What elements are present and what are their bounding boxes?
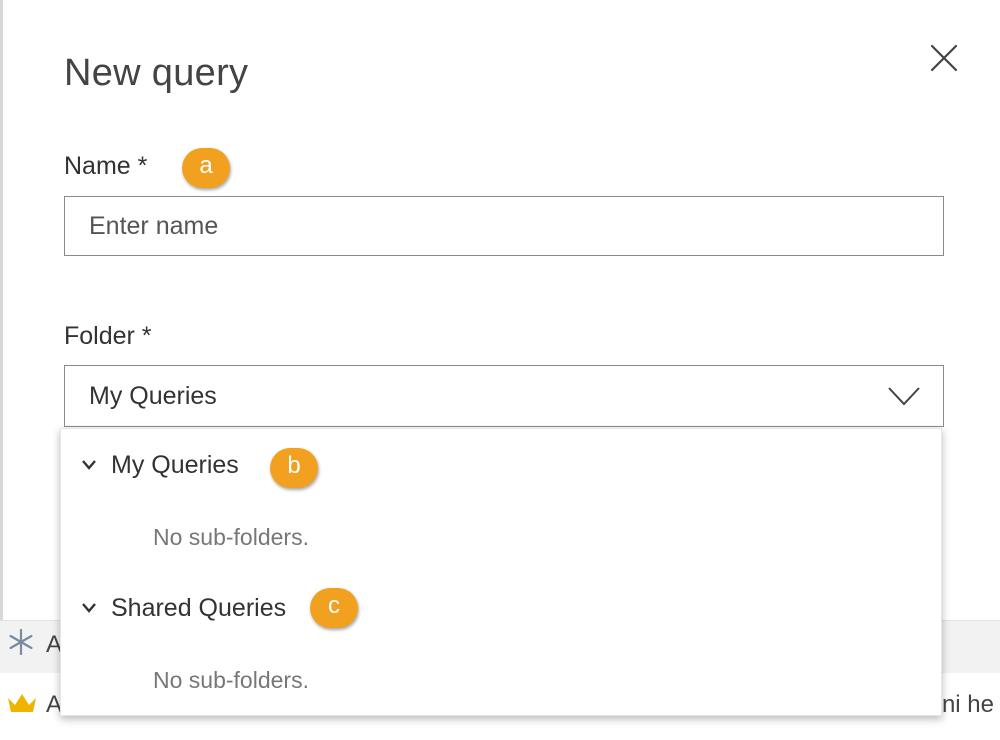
background-text: ini he (936, 691, 994, 718)
asterisk-icon (9, 628, 33, 656)
chevron-down-icon (82, 460, 96, 470)
folder-select[interactable]: My Queries (64, 365, 944, 427)
tree-item-label: Shared Queries (111, 594, 287, 622)
folder-label: Folder * (64, 322, 152, 350)
folder-dropdown: My Queries No sub-folders. Shared Querie… (60, 428, 942, 716)
chevron-down-icon (888, 387, 920, 406)
name-input[interactable] (64, 196, 944, 256)
background-page-edge (0, 0, 3, 620)
folder-select-value: My Queries (89, 382, 217, 410)
tree-item-my-queries[interactable]: My Queries (61, 437, 941, 497)
callout-badge-b: b (270, 448, 318, 488)
tree-item-label: My Queries (111, 451, 239, 479)
empty-subfolders-text: No sub-folders. (153, 524, 309, 550)
name-label: Name * (64, 152, 148, 180)
dialog-title: New query (64, 52, 249, 94)
callout-badge-c: c (310, 588, 358, 628)
callout-badge-a: a (182, 148, 230, 188)
tree-item-shared-queries[interactable]: Shared Queries (61, 580, 941, 640)
crown-icon (8, 694, 36, 712)
close-icon[interactable] (926, 40, 962, 76)
chevron-down-icon (82, 603, 96, 613)
empty-subfolders-text: No sub-folders. (153, 667, 309, 693)
